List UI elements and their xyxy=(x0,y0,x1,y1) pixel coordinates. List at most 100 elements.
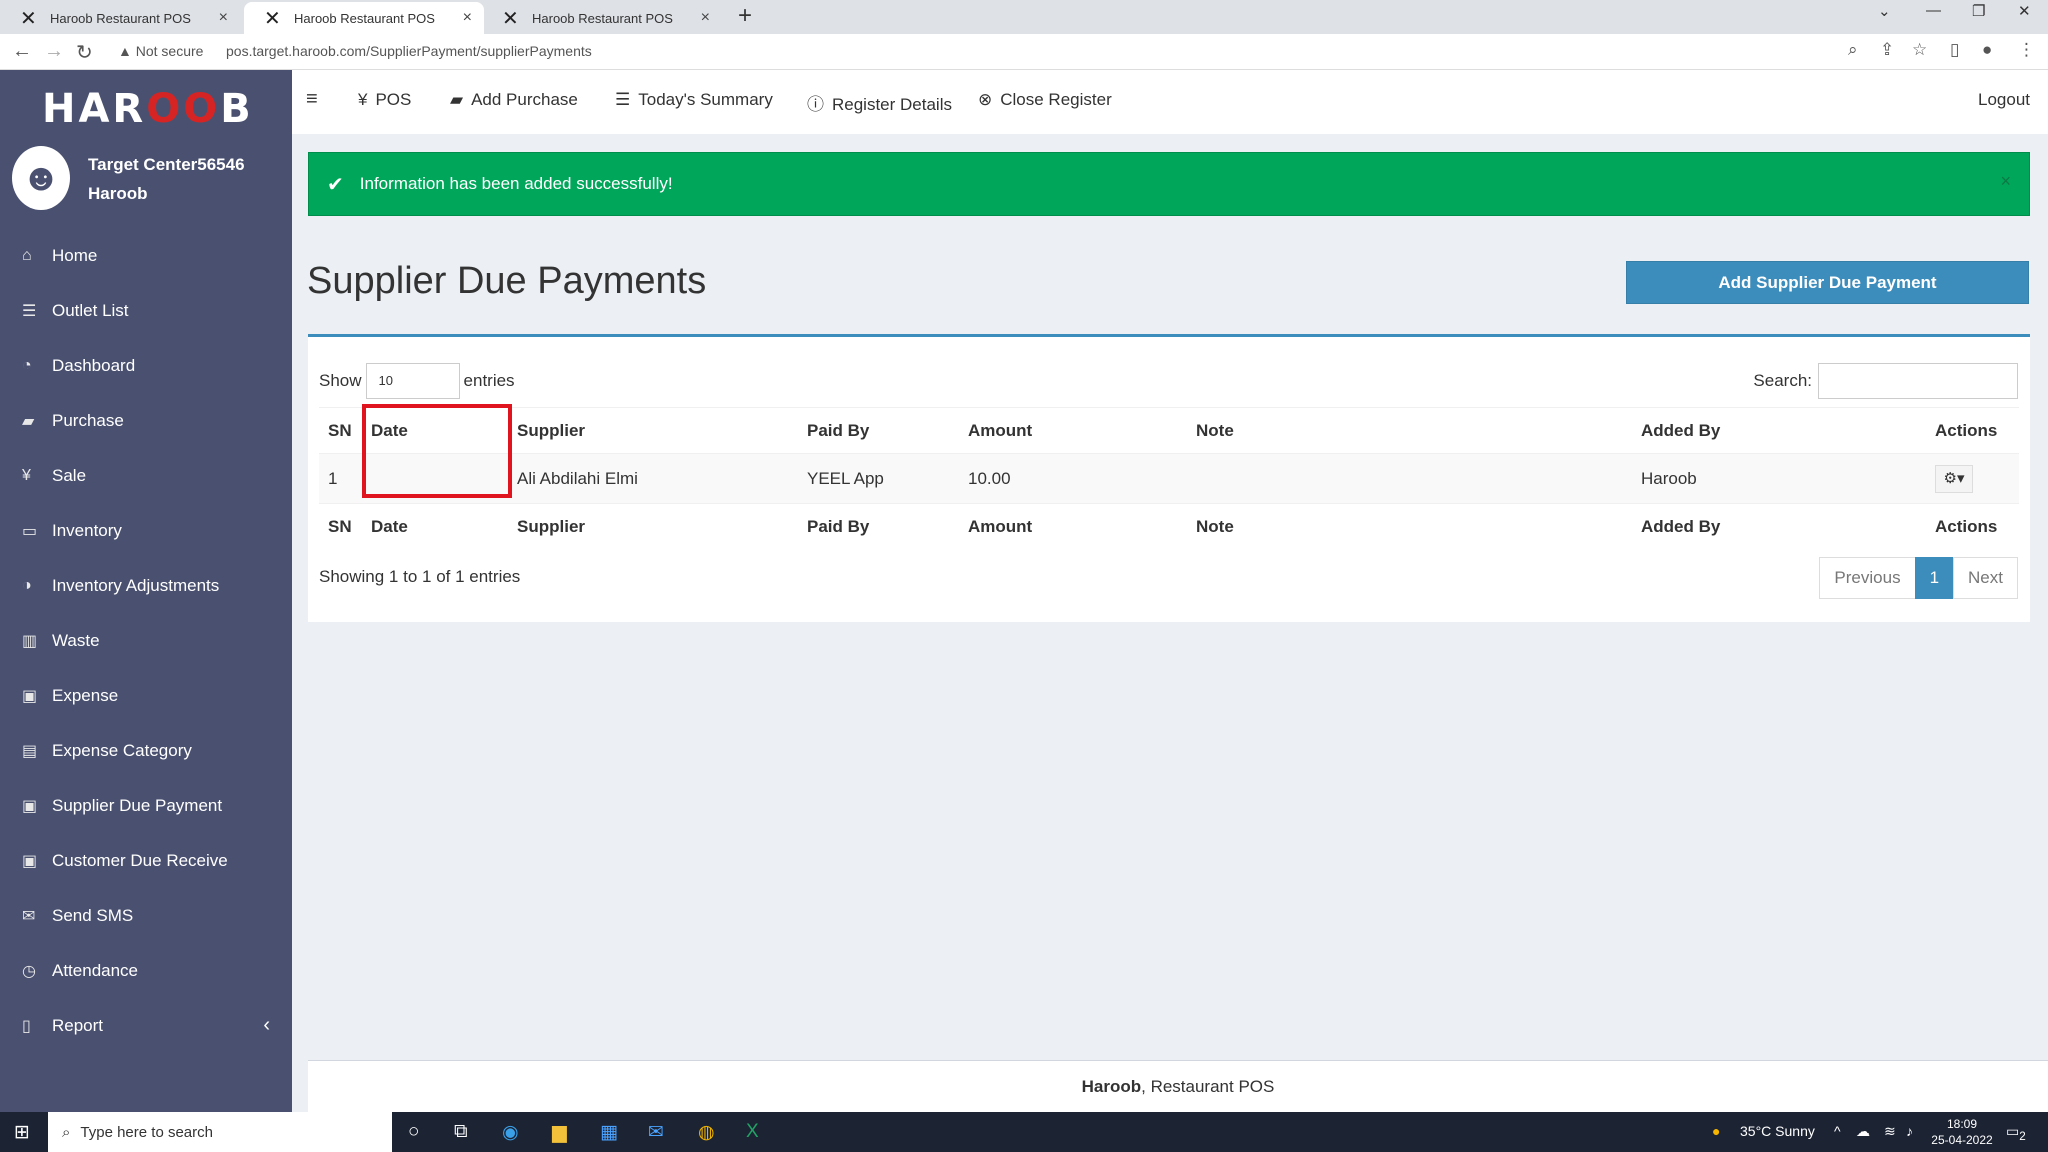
table-row: 1 Ali Abdilahi Elmi YEEL App 10.00 Haroo… xyxy=(319,453,2019,504)
column-header-sn[interactable]: SN xyxy=(319,407,362,454)
nav-close-register[interactable]: ⊗ Close Register xyxy=(978,90,1112,110)
chrome-icon[interactable]: ◍ xyxy=(698,1121,715,1144)
sidebar-item-customer-due-receive[interactable]: ▣ Customer Due Receive xyxy=(0,833,292,888)
browser-tab[interactable]: ✕ Haroob Restaurant POS × xyxy=(0,2,240,34)
footer-header-actions: Actions xyxy=(1926,503,2019,550)
search-input[interactable] xyxy=(1818,363,2018,399)
sidebar-item-inventory[interactable]: ▭ Inventory xyxy=(0,503,292,558)
tray-chevron-icon[interactable]: ^ xyxy=(1834,1123,1841,1139)
column-header-amount[interactable]: Amount xyxy=(959,407,1187,454)
tab-search-icon[interactable]: ⌄ xyxy=(1878,2,1891,20)
entries-select[interactable]: 10 xyxy=(365,363,460,399)
volume-icon[interactable]: ♪ xyxy=(1906,1123,1913,1139)
excel-icon[interactable]: X xyxy=(746,1121,759,1143)
hamburger-menu-icon[interactable]: ≡ xyxy=(306,88,318,111)
sidebar-item-label: Expense xyxy=(52,685,119,705)
nav-register-details[interactable]: ⓘ Register Details xyxy=(807,90,952,115)
sidebar-item-dashboard[interactable]: ◔ Dashboard xyxy=(0,338,292,393)
money-icon: ▣ xyxy=(22,852,38,870)
share-icon[interactable]: ⇪ xyxy=(1880,40,1894,60)
column-header-note[interactable]: Note xyxy=(1187,407,1632,454)
haroob-logo[interactable]: HAROOB xyxy=(42,86,254,132)
window-close-icon[interactable]: ✕ xyxy=(2018,2,2031,20)
profile-icon[interactable]: ● xyxy=(1982,40,1992,60)
browser-tab[interactable]: ✕ Haroob Restaurant POS × xyxy=(482,2,722,34)
reload-icon[interactable]: ↻ xyxy=(76,40,93,65)
cell-sn: 1 xyxy=(319,453,362,504)
sidebar-item-expense[interactable]: ▣ Expense xyxy=(0,668,292,723)
back-icon[interactable]: ← xyxy=(12,40,32,63)
minimize-icon[interactable]: — xyxy=(1926,2,1941,19)
logout-link[interactable]: Logout xyxy=(1978,90,2030,110)
chevron-left-icon: ‹ xyxy=(263,1014,270,1036)
close-icon[interactable]: × xyxy=(219,9,228,27)
restore-icon[interactable]: ❐ xyxy=(1972,2,1985,20)
bookmark-star-icon[interactable]: ☆ xyxy=(1912,40,1927,60)
sidebar-item-label: Purchase xyxy=(52,410,124,430)
actions-gear-button[interactable]: ⚙▾ xyxy=(1935,464,1973,493)
sidebar-item-home[interactable]: ⌂ Home xyxy=(0,228,292,283)
sidebar-menu: ⌂ Home ☰ Outlet List ◔ Dashboard ▰ Purchase … xyxy=(0,228,292,1053)
sidebar-item-label: Dashboard xyxy=(52,355,136,375)
clock[interactable]: 18:09 25-04-2022 xyxy=(1926,1116,1998,1148)
taskbar-search[interactable]: ⌕ Type here to search xyxy=(48,1112,392,1152)
column-header-supplier[interactable]: Supplier xyxy=(508,407,798,454)
store-icon[interactable]: ▦ xyxy=(600,1121,618,1144)
wifi-icon[interactable]: ≋ xyxy=(1884,1123,1896,1140)
column-header-paid-by[interactable]: Paid By xyxy=(798,407,959,454)
nav-label: POS xyxy=(375,90,412,109)
close-icon[interactable]: × xyxy=(701,9,710,27)
cutlery-icon: ¥ xyxy=(22,466,31,484)
cell-note xyxy=(1187,453,1632,504)
pagination-page-1[interactable]: 1 xyxy=(1914,557,1955,599)
sidebar-item-label: Inventory xyxy=(52,520,122,540)
weather-text[interactable]: 35°C Sunny xyxy=(1740,1123,1815,1139)
sidebar-item-report[interactable]: ▯ Report ‹ xyxy=(0,998,292,1053)
mail-icon[interactable]: ✉ xyxy=(648,1121,664,1144)
column-header-actions: Actions xyxy=(1926,407,2019,454)
pagination-next[interactable]: Next xyxy=(1953,557,2018,599)
sidebar-item-attendance[interactable]: ◷ Attendance xyxy=(0,943,292,998)
close-icon[interactable]: × xyxy=(463,9,472,27)
close-icon[interactable]: × xyxy=(2000,171,2011,192)
sidebar-item-purchase[interactable]: ▰ Purchase xyxy=(0,393,292,448)
sidebar-item-send-sms[interactable]: ✉ Send SMS xyxy=(0,888,292,943)
new-tab-icon[interactable]: + xyxy=(738,2,752,30)
sidebar-item-supplier-due-payment[interactable]: ▣ Supplier Due Payment xyxy=(0,778,292,833)
task-view-icon[interactable]: ⧉ xyxy=(454,1121,468,1143)
zoom-icon[interactable]: ⌕ xyxy=(1848,40,1858,60)
column-header-added-by[interactable]: Added By xyxy=(1632,407,1926,454)
cortana-icon[interactable]: ○ xyxy=(408,1121,419,1143)
pagination-previous[interactable]: Previous xyxy=(1819,557,1916,599)
pagination: Previous 1 Next xyxy=(1819,557,2018,599)
sidebar-item-label: Outlet List xyxy=(52,300,129,320)
cell-paid-by: YEEL App xyxy=(798,453,959,504)
sidebar-item-label: Supplier Due Payment xyxy=(52,795,223,815)
browser-tab-active[interactable]: ✕ Haroob Restaurant POS × xyxy=(244,2,484,34)
sidebar-item-inventory-adjustments[interactable]: ◑ Inventory Adjustments xyxy=(0,558,292,613)
footer-header-supplier: Supplier xyxy=(508,503,798,550)
url-input[interactable]: pos.target.haroob.com/SupplierPayment/su… xyxy=(226,43,592,59)
sidebar-item-sale[interactable]: ¥ Sale xyxy=(0,448,292,503)
side-panel-icon[interactable]: ▯ xyxy=(1950,40,1959,60)
notifications-icon[interactable]: ▭2 xyxy=(2006,1123,2026,1143)
menu-dots-icon[interactable]: ⋮ xyxy=(2018,40,2035,60)
windows-start-icon[interactable]: ⊞ xyxy=(14,1121,30,1144)
footer-text: , Restaurant POS xyxy=(1141,1076,1275,1096)
haroob-favicon-icon: ✕ xyxy=(502,7,519,30)
edge-icon[interactable]: ◉ xyxy=(502,1121,519,1144)
nav-pos[interactable]: ¥ POS xyxy=(358,90,411,110)
user-info: Target Center56546 Haroob xyxy=(88,150,245,208)
sidebar-item-outlet-list[interactable]: ☰ Outlet List xyxy=(0,283,292,338)
add-supplier-due-payment-button[interactable]: Add Supplier Due Payment xyxy=(1626,261,2029,304)
nav-add-purchase[interactable]: ▰ Add Purchase xyxy=(450,90,578,110)
file-explorer-icon[interactable]: ▆ xyxy=(552,1121,567,1144)
forward-icon[interactable]: → xyxy=(44,40,64,63)
hdd-icon: ▭ xyxy=(22,522,38,540)
sidebar-item-expense-category[interactable]: ▤ Expense Category xyxy=(0,723,292,778)
sidebar-item-waste[interactable]: ▥ Waste xyxy=(0,613,292,668)
nav-todays-summary[interactable]: ☰ Today's Summary xyxy=(615,90,773,110)
show-label: Show xyxy=(319,371,362,390)
cloud-icon[interactable]: ☁ xyxy=(1856,1123,1870,1140)
security-indicator[interactable]: ▲ Not secure xyxy=(118,43,203,59)
